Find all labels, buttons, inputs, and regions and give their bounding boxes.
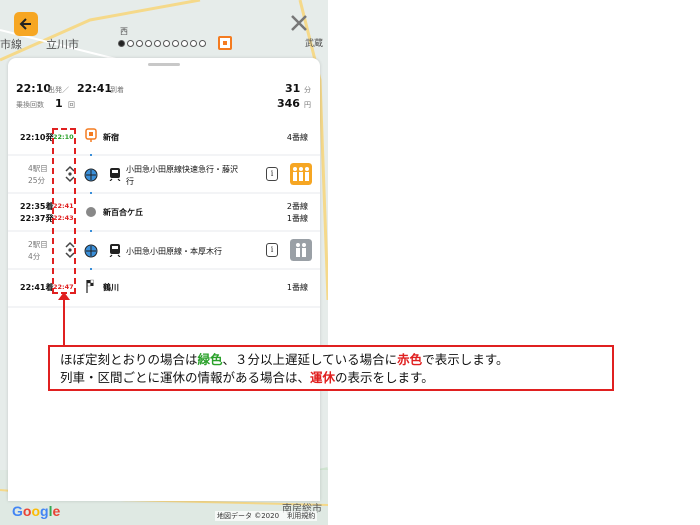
track-number: 2番線 <box>286 202 308 211</box>
transfers-value: 1 <box>55 97 63 110</box>
page-dot[interactable] <box>163 40 170 47</box>
crowd-busy-icon[interactable] <box>290 163 312 185</box>
callout-text: ほぼ定刻とおりの場合は <box>60 352 198 367</box>
train-icon <box>109 168 121 181</box>
map-label: 立川市 <box>46 38 79 51</box>
page-dot[interactable] <box>172 40 179 47</box>
map-label: 西 <box>120 27 128 36</box>
segment-minutes: 4分 <box>28 252 41 261</box>
duration-value: 31 <box>285 82 301 95</box>
map-data-credit: 地図データ ©2020 <box>217 512 280 520</box>
scheduled-time: 22:41着 <box>20 283 54 292</box>
transfers-label: 乗換回数 <box>16 101 44 109</box>
departure-pin-icon <box>85 128 97 142</box>
station-name: 新百合ケ丘 <box>103 208 143 217</box>
close-button[interactable] <box>288 12 310 34</box>
realtime-highlight-box <box>52 128 76 294</box>
route-summary: 22:10 出発／ 22:41 到着 31 分 乗換回数 1 回 346 円 <box>8 72 320 120</box>
page-dot[interactable] <box>127 40 134 47</box>
arrow-left-icon <box>19 18 31 30</box>
callout-text: 列車・区間ごとに運休の情報がある場合は、 <box>60 370 311 385</box>
station-count: 2駅目 <box>28 240 48 249</box>
station-pin-icon[interactable] <box>218 36 232 50</box>
page-dot[interactable] <box>154 40 161 47</box>
arrive-time: 22:41 <box>77 82 113 95</box>
train-name: 小田急小田原線・本厚木行 <box>126 247 222 256</box>
info-button[interactable]: i <box>266 243 278 257</box>
fare-unit: 円 <box>304 101 311 109</box>
depart-time: 22:10 <box>16 82 52 95</box>
page-dot[interactable] <box>136 40 143 47</box>
map-attribution[interactable]: 地図データ ©2020 利用規約 <box>215 511 318 521</box>
duration-unit: 分 <box>304 86 311 94</box>
page-dot[interactable] <box>199 40 206 47</box>
track-number: 1番線 <box>286 214 308 223</box>
callout-red-text: 運休 <box>310 370 336 385</box>
scheduled-arrival: 22:35着 <box>20 202 54 211</box>
train-name-cont: 行 <box>126 177 134 186</box>
scheduled-time: 22:10発 <box>20 133 54 142</box>
close-icon <box>291 15 307 31</box>
terms-link[interactable]: 利用規約 <box>287 512 315 520</box>
fare-value: 346 <box>277 97 300 110</box>
callout-text: で表示します。 <box>422 352 509 367</box>
transfer-node-icon <box>84 168 98 182</box>
callout-line-2: 列車・区間ごとに運休の情報がある場合は、運休の表示をします。 <box>60 369 602 387</box>
depart-label: 出発／ <box>48 86 69 94</box>
explanation-callout: ほぼ定刻とおりの場合は緑色、３分以上遅延している場合に赤色で表示します。 列車・… <box>48 345 614 391</box>
track-number: 4番線 <box>286 133 308 142</box>
station-name: 鶴川 <box>103 283 119 292</box>
drag-handle[interactable] <box>148 63 180 66</box>
arrive-label: 到着 <box>110 86 124 94</box>
callout-line-1: ほぼ定刻とおりの場合は緑色、３分以上遅延している場合に赤色で表示します。 <box>60 351 602 369</box>
map-label: 武蔵 <box>305 39 324 49</box>
segment-minutes: 25分 <box>28 176 46 185</box>
scheduled-departure: 22:37発 <box>20 214 54 223</box>
transfer-node-icon <box>84 244 98 258</box>
page-dot[interactable] <box>118 40 125 47</box>
station-node <box>86 207 96 217</box>
callout-text: 、３分以上遅延している場合に <box>222 352 398 367</box>
callout-pointer <box>63 296 65 345</box>
arrow-up-icon <box>58 292 70 300</box>
page-dot[interactable] <box>145 40 152 47</box>
station-name: 新宿 <box>103 133 119 142</box>
crowd-normal-icon[interactable] <box>290 239 312 261</box>
page-indicator[interactable] <box>118 40 206 47</box>
page-dot[interactable] <box>181 40 188 47</box>
station-count: 4駅目 <box>28 164 48 173</box>
track-number: 1番線 <box>286 283 308 292</box>
finish-flag-icon <box>86 279 94 293</box>
callout-text: の表示をします。 <box>335 370 434 385</box>
page-dot[interactable] <box>190 40 197 47</box>
callout-green-text: 緑色 <box>197 352 223 367</box>
info-button[interactable]: i <box>266 167 278 181</box>
map-label: 市線 <box>0 38 22 51</box>
train-icon <box>109 244 121 257</box>
back-button[interactable] <box>14 12 38 36</box>
callout-red-text: 赤色 <box>397 352 423 367</box>
train-name: 小田急小田原線快速急行・藤沢 <box>126 165 238 174</box>
transfers-unit: 回 <box>68 101 75 109</box>
google-logo: Google <box>12 503 61 519</box>
phone-screen: 市線 立川市 西 武蔵 南房総市 22:10 出発／ 22:41 到着 31 分… <box>0 0 328 525</box>
